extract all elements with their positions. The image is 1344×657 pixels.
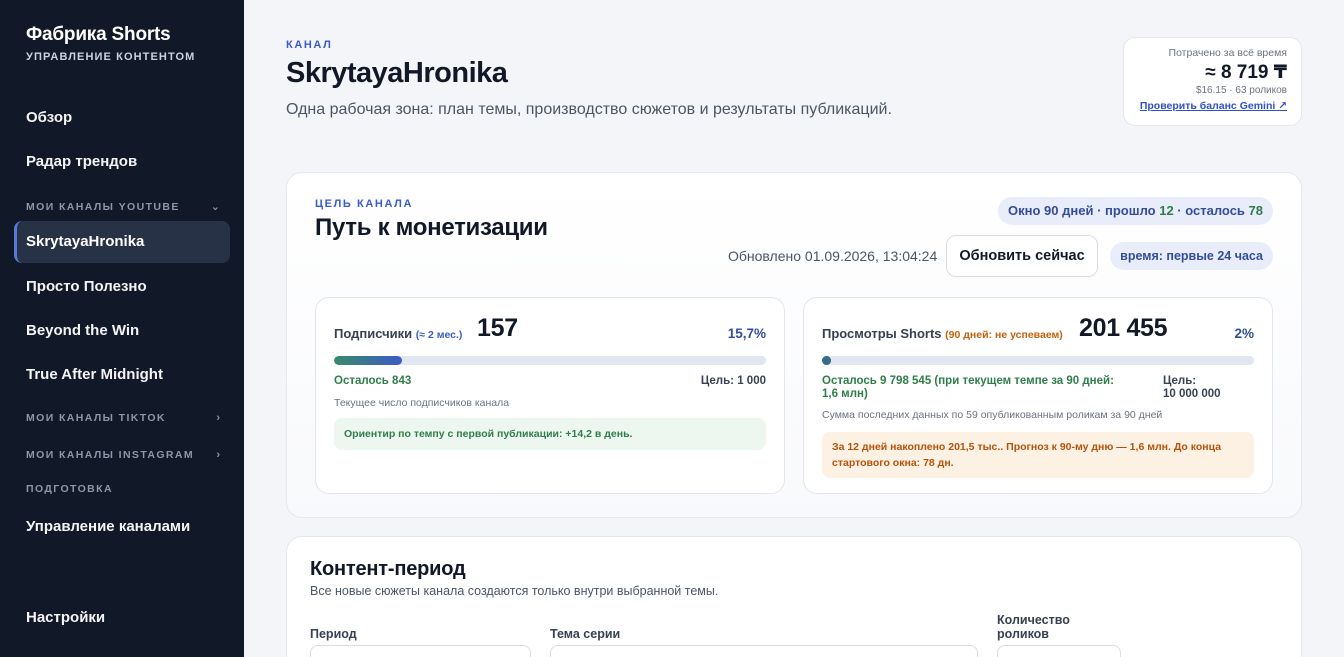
- sidebar-section-instagram[interactable]: МОИ КАНАЛЫ INSTAGRAM ›: [26, 449, 220, 461]
- goal-eyebrow: ЦЕЛЬ КАНАЛА: [315, 198, 413, 210]
- subscribers-progress-bar: [334, 356, 766, 365]
- spend-meta: $16.15 · 63 роликов: [1195, 85, 1287, 96]
- page-description: Одна рабочая зона: план темы, производст…: [286, 101, 892, 118]
- window-middle: · осталось: [1173, 203, 1249, 218]
- count-label: Количество роликов: [997, 613, 1070, 641]
- sidebar-item-label: SkrytayaHronika: [26, 233, 145, 250]
- period-select[interactable]: [310, 645, 531, 657]
- subscribers-card: Подписчики (≈ 2 мес.) 157 15,7% Осталось…: [315, 297, 785, 494]
- views-hint-line2: стартового окна: 78 дн.: [832, 457, 954, 469]
- brand-title: Фабрика Shorts: [26, 24, 171, 45]
- period-label: Период: [310, 627, 357, 641]
- window-elapsed: 12: [1159, 203, 1174, 218]
- chevron-right-icon: ›: [216, 412, 220, 424]
- sidebar-section-prep: ПОДГОТОВКА: [26, 483, 220, 495]
- views-hint: За 12 дней накоплено 201,5 тыс.. Прогноз…: [822, 432, 1254, 478]
- sidebar-item-settings[interactable]: Настройки: [26, 609, 105, 626]
- sidebar-item-trends[interactable]: Радар трендов: [26, 153, 137, 170]
- time-window-badge: время: первые 24 часа: [1110, 242, 1273, 270]
- sidebar-section-prep-label: ПОДГОТОВКА: [26, 483, 113, 495]
- subscribers-label-text: Подписчики: [334, 326, 413, 341]
- subscribers-goal: Цель: 1 000: [700, 375, 766, 387]
- theme-label: Тема серии: [550, 627, 621, 641]
- subscribers-hint: Ориентир по темпу с первой публикации: +…: [334, 418, 766, 450]
- views-note: (90 дней: не успеваем): [945, 329, 1063, 341]
- content-period-title: Контент-период: [310, 558, 466, 580]
- content-period-panel: Контент-период Все новые сюжеты канала с…: [286, 536, 1302, 657]
- gemini-balance-link[interactable]: Проверить баланс Gemini ↗: [1134, 100, 1287, 112]
- subscribers-percent: 15,7%: [727, 326, 766, 341]
- views-goal-line1: Цель:: [1163, 375, 1197, 387]
- views-goal: Цель: 10 000 000: [1163, 375, 1221, 401]
- sidebar: Фабрика Shorts УПРАВЛЕНИЕ КОНТЕНТОМ Обзо…: [0, 0, 244, 657]
- views-hint-line1: За 12 дней накоплено 201,5 тыс.. Прогноз…: [832, 441, 1222, 453]
- theme-select[interactable]: [550, 645, 978, 657]
- sidebar-section-tiktok[interactable]: МОИ КАНАЛЫ TIKTOK ›: [26, 412, 220, 424]
- sidebar-section-instagram-label: МОИ КАНАЛЫ INSTAGRAM: [26, 449, 195, 461]
- subscribers-value: 157: [477, 314, 518, 342]
- views-caption: Сумма последних данных по 59 опубликован…: [822, 409, 1163, 421]
- brand-subtitle: УПРАВЛЕНИЕ КОНТЕНТОМ: [26, 51, 196, 63]
- sidebar-section-tiktok-label: МОИ КАНАЛЫ TIKTOK: [26, 412, 166, 424]
- sidebar-section-youtube[interactable]: МОИ КАНАЛЫ YOUTUBE ⌄: [26, 200, 220, 214]
- sidebar-item-beyond-the-win[interactable]: Beyond the Win: [26, 322, 139, 339]
- page-title: SkrytayaHronika: [286, 57, 508, 89]
- views-label: Просмотры Shorts (90 дней: не успеваем): [822, 326, 1063, 341]
- views-percent: 2%: [1234, 326, 1254, 341]
- views-progress-dot: [822, 356, 831, 365]
- count-label-line1: Количество: [997, 613, 1070, 627]
- views-remaining-line2: 1,6 млн): [822, 388, 868, 400]
- views-remaining: Осталось 9 798 545 (при текущем темпе за…: [822, 375, 1114, 401]
- views-value: 201 455: [1079, 314, 1168, 342]
- sidebar-item-overview[interactable]: Обзор: [26, 109, 72, 126]
- goal-title: Путь к монетизации: [315, 214, 548, 241]
- count-input[interactable]: [997, 645, 1121, 657]
- content-period-description: Все новые сюжеты канала создаются только…: [310, 584, 719, 598]
- spend-label: Потрачено за всё время: [1168, 47, 1287, 59]
- subscribers-note: (≈ 2 мес.): [415, 329, 463, 341]
- sidebar-section-youtube-label: МОИ КАНАЛЫ YOUTUBE: [26, 200, 180, 213]
- refresh-now-button[interactable]: Обновить сейчас: [946, 235, 1098, 277]
- sidebar-item-manage-channels[interactable]: Управление каналами: [26, 518, 190, 535]
- views-card: Просмотры Shorts (90 дней: не успеваем) …: [803, 297, 1273, 494]
- spend-value: ≈ 8 719 ₸: [1205, 62, 1287, 83]
- updated-timestamp: Обновлено 01.09.2026, 13:04:24: [728, 248, 938, 264]
- count-label-line2: роликов: [997, 627, 1049, 641]
- subscribers-progress-fill: [334, 356, 402, 365]
- chevron-down-icon: ⌄: [210, 201, 220, 213]
- chevron-right-icon: ›: [216, 449, 220, 461]
- channel-eyebrow: КАНАЛ: [286, 39, 333, 51]
- views-remaining-line1: Осталось 9 798 545 (при текущем темпе за…: [822, 375, 1114, 387]
- sidebar-item-true-after-midnight[interactable]: True After Midnight: [26, 366, 163, 383]
- monetization-panel: ЦЕЛЬ КАНАЛА Путь к монетизации Окно 90 д…: [286, 172, 1302, 518]
- sidebar-item-prosto-polezno[interactable]: Просто Полезно: [26, 278, 147, 295]
- window-left: 78: [1248, 203, 1263, 218]
- sidebar-item-skrytayahronika[interactable]: SkrytayaHronika: [14, 221, 230, 263]
- subscribers-caption: Текущее число подписчиков канала: [334, 397, 510, 409]
- spend-card: Потрачено за всё время ≈ 8 719 ₸ $16.15 …: [1123, 37, 1302, 126]
- views-progress-bar: [822, 356, 1254, 365]
- views-label-text: Просмотры Shorts: [822, 326, 942, 341]
- views-goal-line2: 10 000 000: [1163, 388, 1221, 400]
- subscribers-label: Подписчики (≈ 2 мес.): [334, 326, 462, 341]
- window-prefix: Окно 90 дней · прошло: [1008, 203, 1160, 218]
- window-badge: Окно 90 дней · прошло 12 · осталось 78: [998, 197, 1273, 225]
- subscribers-remaining: Осталось 843: [334, 375, 412, 387]
